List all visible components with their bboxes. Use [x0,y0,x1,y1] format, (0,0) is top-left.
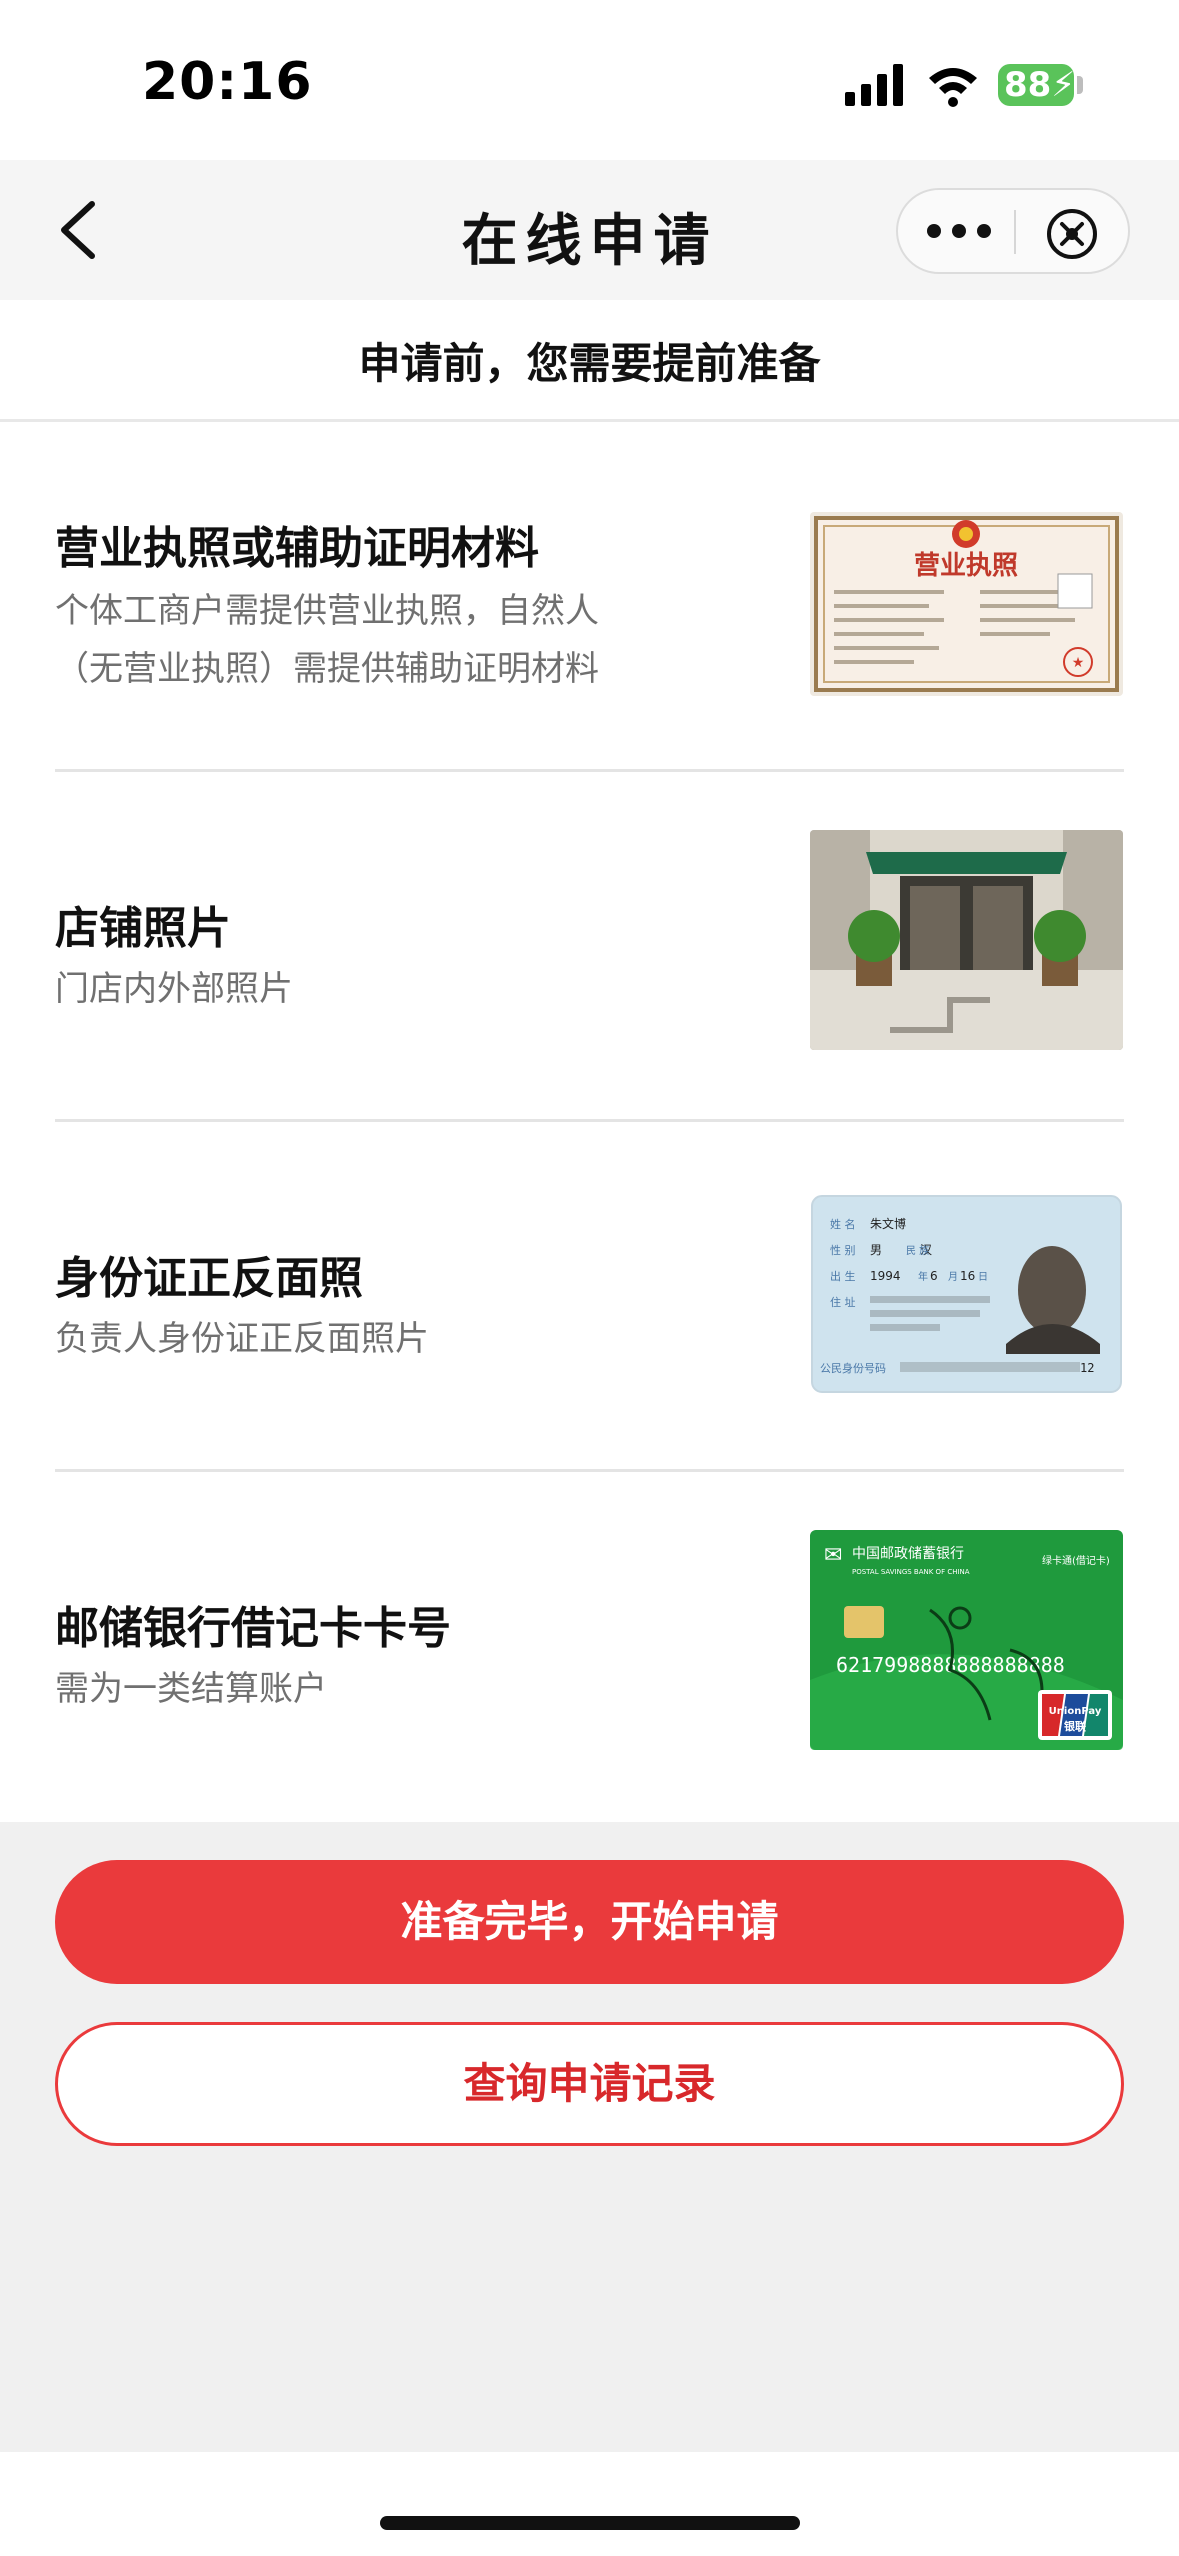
svg-text:住 址: 住 址 [830,1295,856,1309]
svg-text:民 族: 民 族 [906,1244,929,1257]
battery-tip [1077,76,1083,94]
bank-card-image: ✉ 中国邮政储蓄银行 POSTAL SAVINGS BANK OF CHINA … [810,1530,1123,1750]
battery-level: 88 [1004,65,1052,105]
id-name: 朱文博 [870,1216,906,1231]
close-icon[interactable] [1044,206,1100,262]
storefront-illustration [810,830,1123,1050]
item-description: 个体工商户需提供营业执照，自然人 （无营业执照）需提供辅助证明材料 [55,582,775,698]
item-description: 负责人身份证正反面照片 [55,1319,429,1359]
home-indicator[interactable] [380,2516,800,2530]
nav-bar: 在线申请 [0,160,1179,300]
item-title: 营业执照或辅助证明材料 [55,523,539,574]
status-bar: 20:16 88⚡ [0,0,1179,160]
item-title: 店铺照片 [55,903,231,954]
unionpay-logo: UnionPay [1049,1706,1102,1717]
signal-icon [845,64,903,106]
item-description-line: （无营业执照）需提供辅助证明材料 [55,649,599,689]
svg-text:姓 名: 姓 名 [830,1217,856,1231]
card-bank-name-en: POSTAL SAVINGS BANK OF CHINA [852,1568,970,1576]
bank-card-illustration: ✉ 中国邮政储蓄银行 POSTAL SAVINGS BANK OF CHINA … [810,1530,1123,1750]
svg-text:★: ★ [1072,655,1085,671]
item-title: 身份证正反面照 [55,1253,363,1304]
query-records-button[interactable]: 查询申请记录 [55,2022,1124,2146]
business-license-illustration: 营业执照 ★ [810,512,1123,696]
item-description: 需为一类结算账户 [55,1669,327,1709]
card-bank-name: 中国邮政储蓄银行 [852,1546,964,1562]
unionpay-logo-cn: 银联 [1064,1719,1086,1733]
item-description: 门店内外部照片 [55,969,293,1009]
license-title: 营业执照 [914,551,1018,581]
wifi-icon [929,68,977,107]
page: 20:16 88⚡ 在线申请 申请前，您需要提前准备 营业执照或辅助证明材料 个… [0,0,1179,2556]
svg-text:年: 年 [918,1270,928,1283]
capsule-divider [1014,210,1016,254]
id-card-illustration: 姓 名 性 别 出 生 住 址 公民身份号码 朱文博 男 汉 1994 6 16 [811,1195,1122,1393]
item-description-line: 个体工商户需提供营业执照，自然人 [55,591,599,631]
status-time: 20:16 [142,52,313,112]
home-indicator-area [0,2452,1179,2556]
svg-text:✉: ✉ [824,1543,842,1568]
list-item-store-photo: 店铺照片 门店内外部照片 [0,772,1179,1122]
requirements-panel: 申请前，您需要提前准备 营业执照或辅助证明材料 个体工商户需提供营业执照，自然人… [0,300,1179,1822]
svg-text:公民身份号码: 公民身份号码 [820,1361,886,1375]
svg-text:性 别: 性 别 [830,1243,856,1257]
list-item-id-card: 身份证正反面照 负责人身份证正反面照片 姓 名 性 别 出 生 住 址 公民身份… [0,1122,1179,1472]
svg-text:日: 日 [978,1272,988,1283]
id-birth-day: 16 [960,1269,975,1283]
battery-indicator: 88⚡ [998,64,1076,106]
id-birth-year: 1994 [870,1269,901,1283]
more-icon[interactable] [924,216,994,246]
id-birth-month: 6 [930,1269,938,1283]
business-license-image: 营业执照 ★ [810,512,1123,696]
list-item-bank-card: 邮储银行借记卡卡号 需为一类结算账户 ✉ 中国邮政储蓄银行 POSTAL SAV… [0,1472,1179,1822]
list-item-business-license: 营业执照或辅助证明材料 个体工商户需提供营业执照，自然人 （无营业执照）需提供辅… [0,422,1179,772]
mini-program-capsule [896,188,1130,274]
id-card-image: 姓 名 性 别 出 生 住 址 公民身份号码 朱文博 男 汉 1994 6 16 [810,1194,1123,1394]
store-photo-image [810,830,1123,1050]
charging-icon: ⚡ [1051,65,1076,105]
svg-text:出 生: 出 生 [830,1269,856,1283]
card-type: 绿卡通(借记卡) [1042,1554,1110,1567]
id-number-tail: 12 [1080,1361,1094,1375]
subtitle: 申请前，您需要提前准备 [358,339,821,388]
svg-text:月: 月 [948,1271,958,1283]
id-gender: 男 [870,1243,882,1257]
start-application-button[interactable]: 准备完毕，开始申请 [55,1860,1124,1984]
item-title: 邮储银行借记卡卡号 [55,1603,451,1654]
